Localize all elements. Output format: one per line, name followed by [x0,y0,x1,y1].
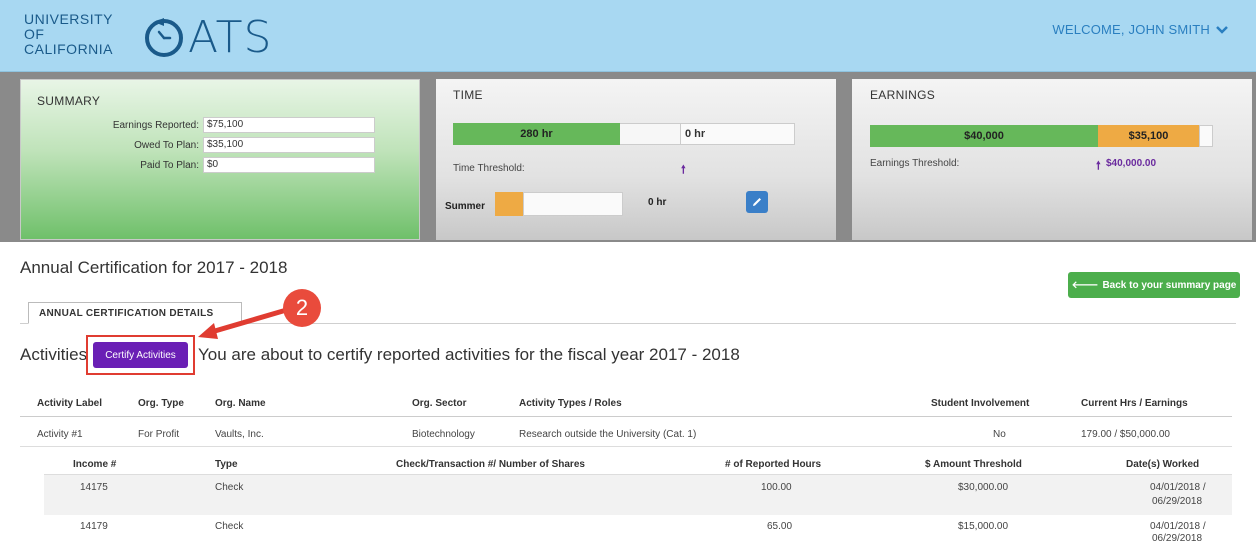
org-type-cell: For Profit [138,429,180,440]
current-hrs-cell: 179.00 / $50,000.00 [1081,429,1170,440]
income-type-cell: Check [215,482,244,493]
uc-logo-line-3: CALIFORNIA [24,41,114,57]
col-income-number: Income # [73,459,117,470]
back-button-label: Back to your summary page [1102,279,1237,291]
col-income-type: Type [215,459,238,470]
earnings-reported-label: Earnings Reported: [112,119,199,131]
owed-to-plan-field[interactable]: $35,100 [203,137,375,153]
uc-logo-line-2: OF [24,26,45,42]
col-dates-worked: Date(s) Worked [1126,459,1200,470]
paid-to-plan-label: Paid To Plan: [140,159,199,171]
summer-label: Summer [445,201,486,212]
income-number-cell: 14175 [80,482,108,493]
earnings-bar-empty [1199,125,1213,147]
pencil-icon [753,198,761,206]
amount-threshold-cell: $30,000.00 [958,482,1009,493]
amount-threshold-cell: $15,000.00 [958,521,1009,532]
arrow-up-icon: 🠕 [681,164,686,176]
col-amount-threshold: $ Amount Threshold [925,459,1022,470]
org-name-cell: Vaults, Inc. [215,429,264,440]
col-org-type: Org. Type [138,398,184,409]
col-check-transaction: Check/Transaction #/ Number of Shares [396,459,585,470]
edit-summer-button[interactable] [746,191,768,213]
row-divider [20,446,1232,447]
summary-title: SUMMARY [37,94,101,108]
arrow-left-icon: 🡐 [1071,280,1099,291]
chevron-down-icon [1216,25,1228,34]
col-current-hrs: Current Hrs / Earnings [1081,398,1188,409]
activity-label-cell: Activity #1 [37,429,83,440]
earnings-bar-orange: $35,100 [1098,125,1199,147]
time-bar-green: 280 hr [453,123,620,145]
activity-types-cell: Research outside the University (Cat. 1) [519,429,697,440]
activities-label: Activities [20,345,88,364]
owed-to-plan-label: Owed To Plan: [134,139,199,151]
app-name: ATS [188,11,273,63]
summer-bar-orange [495,192,523,216]
summer-value: 0 hr [648,197,667,208]
paid-to-plan-field[interactable]: $0 [203,157,375,173]
oats-logo: ATS [142,11,273,63]
reported-hours-cell: 65.00 [767,521,793,532]
back-to-summary-button[interactable]: 🡐 Back to your summary page [1068,272,1240,298]
summary-row-owed: Owed To Plan: $35,100 [88,137,375,153]
earnings-threshold-label: Earnings Threshold: [870,158,960,169]
col-org-sector: Org. Sector [412,398,467,409]
col-org-name: Org. Name [215,398,266,409]
earnings-bar-green: $40,000 [870,125,1098,147]
income-number-cell: 14179 [80,521,108,532]
summer-bar-empty [523,192,623,216]
summary-row-earnings: Earnings Reported: $75,100 [88,117,375,133]
welcome-text: WELCOME, JOHN SMITH [1052,22,1210,37]
clock-logo-icon [145,18,183,57]
user-menu[interactable]: WELCOME, JOHN SMITH [1052,22,1228,37]
student-involvement-cell: No [993,429,1006,440]
time-bar-empty [620,123,680,145]
arrow-up-icon: 🠕 [1096,160,1101,172]
col-activity-types: Activity Types / Roles [519,398,622,409]
callout-arrow-icon [198,308,286,339]
dates-worked-end-cell: 06/29/2018 [1152,533,1203,544]
col-reported-hours: # of Reported Hours [725,459,822,470]
earnings-title: EARNINGS [870,88,936,102]
table-header-divider [20,416,1232,417]
app-header: UNIVERSITY OF CALIFORNIA ATS WELCOME, JO… [0,0,1256,72]
step-badge: 2 [283,289,321,327]
summary-row-paid: Paid To Plan: $0 [88,157,375,173]
earnings-reported-field[interactable]: $75,100 [203,117,375,133]
dates-worked-start-cell: 04/01/2018 / [1150,482,1206,493]
certify-message: You are about to certify reported activi… [198,345,740,364]
income-type-cell: Check [215,521,244,532]
reported-hours-cell: 100.00 [761,482,792,493]
page-title: Annual Certification for 2017 - 2018 [20,258,288,277]
dates-worked-end-cell: 06/29/2018 [1152,496,1203,507]
earnings-threshold-value: $40,000.00 [1106,158,1157,169]
uc-logo-line-1: UNIVERSITY [24,11,114,27]
col-student-involvement: Student Involvement [931,398,1030,409]
sector-cell: Biotechnology [412,429,475,440]
time-title: TIME [453,88,483,102]
time-bar-remaining: 0 hr [680,123,795,145]
col-activity-label: Activity Label [37,398,103,409]
uc-logo: UNIVERSITY OF CALIFORNIA [24,12,113,57]
time-threshold-label: Time Threshold: [453,163,525,174]
certify-activities-button[interactable]: Certify Activities [93,342,188,368]
